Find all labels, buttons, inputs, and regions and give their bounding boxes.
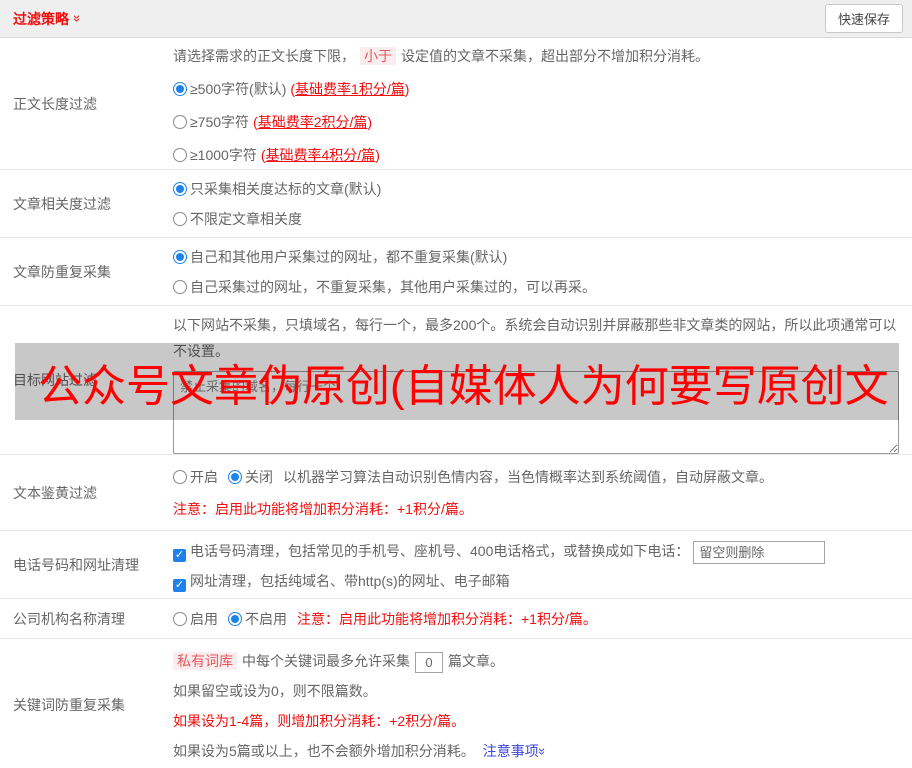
highlight-private-thesaurus: 私有词库 [173,652,237,670]
option-label: 不启用 [245,610,287,627]
section-collapse-toggle[interactable]: 过滤策略 » [13,9,86,29]
option-500-chars: ≥500字符(默认) (基础费率1积分/篇) [173,73,899,106]
cost-note-text: 基础费率2积分/篇 [257,114,368,130]
option-1000-chars: ≥1000字符 (基础费率4积分/篇) [173,139,899,172]
option-dedupe-self: 自己采集过的网址，不重复采集，其他用户采集过的，可以再采。 [173,272,899,302]
row-label-phone-url: 电话号码和网址清理 [13,556,139,573]
option-label: ≥750字符 [190,114,250,130]
text-length-intro: 请选择需求的正文长度下限， 小于 设定值的文章不采集，超出部分不增加积分消耗。 [173,40,899,73]
intro-text-post: 设定值的文章不采集，超出部分不增加积分消耗。 [401,48,709,64]
keyword-note-zero: 如果留空或设为0，则不限篇数。 [173,683,377,699]
option-relevance-strict: 只采集相关度达标的文章(默认) [173,174,899,204]
chevron-double-down-icon: » [534,747,550,756]
row-content-keyword: 私有词库中每个关键词最多允许采集 篇文章。 如果留空或设为0，则不限篇数。 如果设… [173,639,912,768]
option-label: 不限定文章相关度 [190,211,302,227]
row-label-dedupe: 文章防重复采集 [13,263,111,280]
radio-porn-on[interactable] [173,470,187,484]
url-clean-option: ✓ 网址清理，包括纯域名、带http(s)的网址、电子邮箱 [173,566,899,596]
option-label: 网址清理，包括纯域名、带http(s)的网址、电子邮箱 [190,573,510,589]
paren: ) [375,147,380,163]
row-dedupe: 文章防重复采集 自己和其他用户采集过的网址，都不重复采集(默认) 自己采集过的网… [0,238,912,306]
paren: ) [404,81,410,97]
radio-750-chars[interactable] [173,115,187,129]
row-label-relevance: 文章相关度过滤 [13,195,111,212]
cost-note-text: 基础费率1积分/篇 [295,81,405,97]
row-label-text-length: 正文长度过滤 [13,95,97,112]
row-phone-url-clean: 电话号码和网址清理 ✓ 电话号码清理，包括常见的手机号、座机号、400电话格式，或… [0,531,912,599]
radio-500-chars[interactable] [173,82,187,96]
option-cost-note: (基础费率2积分/篇) [253,114,372,130]
porn-filter-cost-note: 注意：启用此功能将增加积分消耗：+1积分/篇。 [173,501,473,517]
keyword-note-five-text: 如果设为5篇或以上，也不会额外增加积分消耗。 [173,743,475,759]
row-text-length: 正文长度过滤 请选择需求的正文长度下限， 小于 设定值的文章不采集，超出部分不增加积… [0,38,912,170]
option-750-chars: ≥750字符 (基础费率2积分/篇) [173,106,899,139]
row-content-company: 启用 不启用 注意：启用此功能将增加积分消耗：+1积分/篇。 [173,599,912,638]
keyword-limit-line: 私有词库中每个关键词最多允许采集 篇文章。 [173,646,899,676]
option-cost-note: (基础费率1积分/篇) [290,81,409,97]
row-porn-filter: 文本鉴黄过滤 开启 关闭 以机器学习算法自动识别色情内容，当色情概率达到系统阈值，自… [0,455,912,531]
company-cost-note: 注意：启用此功能将增加积分消耗：+1积分/篇。 [297,610,597,627]
row-keyword-dedupe: 关键词防重复采集 私有词库中每个关键词最多允许采集 篇文章。 如果留空或设为0，则… [0,639,912,768]
radio-porn-off[interactable] [228,470,242,484]
option-label: 开启 [190,469,218,485]
radio-dedupe-all[interactable] [173,250,187,264]
chevron-double-down-icon: » [70,14,86,23]
paren: ) [367,114,373,130]
option-label: ≥500字符(默认) [190,81,287,97]
option-dedupe-all: 自己和其他用户采集过的网址，都不重复采集(默认) [173,242,899,272]
radio-relevance-strict[interactable] [173,182,187,196]
row-content-text-length: 请选择需求的正文长度下限， 小于 设定值的文章不采集，超出部分不增加积分消耗。 ≥5… [173,38,912,169]
quick-save-button[interactable]: 快速保存 [824,4,903,33]
row-relevance: 文章相关度过滤 只采集相关度达标的文章(默认) 不限定文章相关度 [0,170,912,238]
checkbox-phone-clean[interactable]: ✓ [173,549,186,562]
row-label-company: 公司机构名称清理 [13,610,125,627]
row-content-relevance: 只采集相关度达标的文章(默认) 不限定文章相关度 [173,170,912,237]
notice-link-label: 注意事项 [482,743,539,759]
row-content-dedupe: 自己和其他用户采集过的网址，都不重复采集(默认) 自己采集过的网址，不重复采集，… [173,238,912,305]
row-company-clean: 公司机构名称清理 启用 不启用 注意：启用此功能将增加积分消耗：+1积分/篇。 [0,599,912,639]
keyword-note-cost: 如果设为1-4篇，则增加积分消耗：+2积分/篇。 [173,713,466,729]
check-icon: ✓ [174,579,185,591]
phone-clean-option: ✓ 电话号码清理，包括常见的手机号、座机号、400电话格式，或替换成如下电话： [173,536,899,566]
radio-1000-chars[interactable] [173,148,187,162]
overlay-banner-text: 公众号文章伪原创(自媒体人为何要写原创文 [38,361,889,411]
radio-dedupe-self[interactable] [173,280,187,294]
keyword-limit-text: 中每个关键词最多允许采集 [242,653,410,669]
option-label: 启用 [190,610,218,627]
option-label: 电话号码清理，包括常见的手机号、座机号、400电话格式，或替换成如下电话： [190,543,690,559]
replacement-phone-input[interactable] [693,540,826,564]
intro-text-pre: 请选择需求的正文长度下限， [173,48,355,64]
overlay-banner: 公众号文章伪原创(自媒体人为何要写原创文 [15,343,899,420]
option-label: 自己和其他用户采集过的网址，都不重复采集(默认) [190,249,508,265]
row-label-keyword: 关键词防重复采集 [13,696,125,713]
row-content-phone-url: ✓ 电话号码清理，包括常见的手机号、座机号、400电话格式，或替换成如下电话： ✓… [173,531,912,598]
porn-filter-description: 以机器学习算法自动识别色情内容，当色情概率达到系统阈值，自动屏蔽文章。 [283,469,773,485]
option-label: 只采集相关度达标的文章(默认) [190,181,382,197]
cost-note-text: 基础费率4积分/篇 [265,147,376,163]
keyword-limit-input[interactable] [415,651,443,673]
porn-filter-options: 开启 关闭 以机器学习算法自动识别色情内容，当色情概率达到系统阈值，自动屏蔽文章。 [173,461,899,493]
option-label: ≥1000字符 [190,147,257,163]
option-cost-note: (基础费率4积分/篇) [261,147,380,163]
row-label-porn-filter: 文本鉴黄过滤 [13,484,97,501]
notice-link[interactable]: 注意事项» [482,743,550,759]
page-title: 过滤策略 [13,10,69,27]
checkbox-url-clean[interactable]: ✓ [173,579,186,592]
keyword-limit-unit: 篇文章。 [448,653,504,669]
check-icon: ✓ [174,549,185,561]
option-label: 自己采集过的网址，不重复采集，其他用户采集过的，可以再采。 [190,279,596,295]
option-relevance-any: 不限定文章相关度 [173,204,899,234]
radio-company-off[interactable] [228,611,242,626]
option-label: 关闭 [245,469,273,485]
filter-strategy-panel: 过滤策略 » 快速保存 正文长度过滤 请选择需求的正文长度下限， 小于 设定值的文章… [0,0,912,768]
row-content-porn-filter: 开启 关闭 以机器学习算法自动识别色情内容，当色情概率达到系统阈值，自动屏蔽文章。 … [173,455,912,530]
radio-company-on[interactable] [173,611,187,626]
section-header: 过滤策略 » 快速保存 [0,0,912,38]
radio-relevance-any[interactable] [173,212,187,226]
highlight-less-than: 小于 [360,47,396,65]
keyword-note-five: 如果设为5篇或以上，也不会额外增加积分消耗。 注意事项» [173,736,899,766]
